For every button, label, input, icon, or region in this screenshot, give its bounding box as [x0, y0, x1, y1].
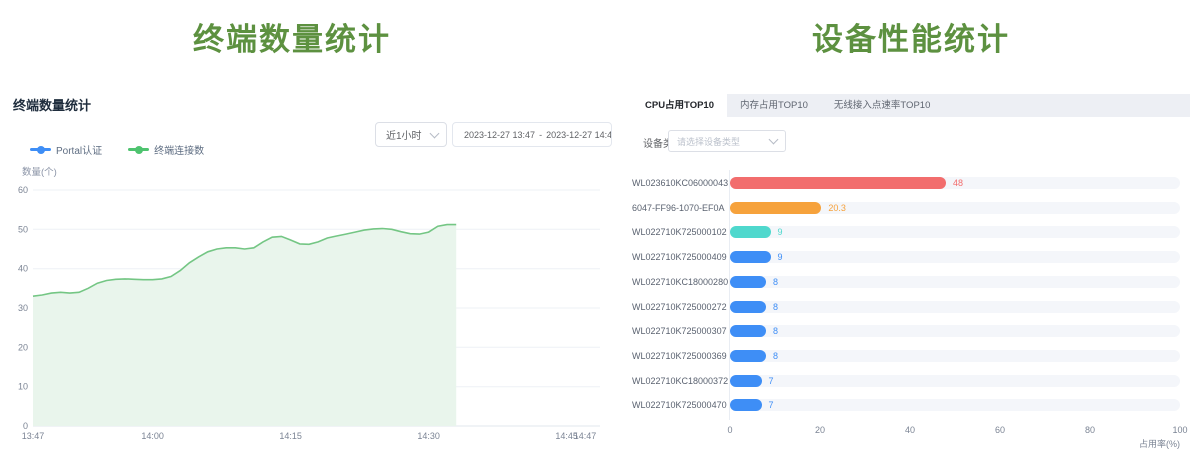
- x-axis-label: 占用率(%): [730, 437, 1180, 450]
- bar-track: [730, 350, 1180, 362]
- bar-track: [730, 375, 1180, 387]
- bar-value-label: 7: [769, 376, 774, 386]
- bar-fill: [730, 276, 766, 288]
- panel-title: 终端数量统计: [13, 95, 91, 114]
- bar-row: WL022710K725000307 8: [632, 324, 1190, 338]
- bar-row: WL022710KC18000280 8: [632, 275, 1190, 289]
- x-tick-label: 14:30: [417, 431, 440, 441]
- legend-mark-icon: [128, 148, 149, 151]
- bar-value-label: 48: [953, 178, 963, 188]
- y-tick-label: 10: [18, 382, 28, 392]
- bar-category-label: WL022710K725000102: [632, 227, 724, 237]
- y-tick-label: 50: [18, 224, 28, 234]
- chevron-down-icon: [430, 128, 440, 138]
- bar-fill: [730, 399, 762, 411]
- device-type-placeholder: 请选择设备类型: [677, 135, 740, 148]
- legend-mark-icon: [30, 148, 51, 151]
- bar-category-label: WL022710K725000307: [632, 326, 724, 336]
- bar-fill: [730, 301, 766, 313]
- bar-value-label: 8: [773, 351, 778, 361]
- terminal-count-panel: 终端数量统计 近1小时 2023-12-27 13:47 - 2023-12-2…: [0, 0, 620, 456]
- bar-track: [730, 276, 1180, 288]
- time-range-value: 近1小时: [386, 127, 422, 142]
- legend: Portal认证 终端连接数: [30, 142, 204, 157]
- y-tick-label: 30: [18, 303, 28, 313]
- bar-row: WL022710K725000272 8: [632, 300, 1190, 314]
- bar-track: [730, 325, 1180, 337]
- series-area: [33, 225, 456, 426]
- y-tick-label: 0: [23, 421, 28, 431]
- bar-row: WL022710K725000102 9: [632, 225, 1190, 239]
- bar-row: WL022710KC18000372 7: [632, 374, 1190, 388]
- time-range-select[interactable]: 近1小时: [375, 122, 447, 147]
- bar-value-label: 8: [773, 302, 778, 312]
- x-tick-label: 14:15: [279, 431, 302, 441]
- x-tick-label: 13:47: [22, 431, 45, 441]
- tab-2[interactable]: 无线接入点速率TOP10: [821, 94, 943, 117]
- terminal-count-chart: 010203040506013:4714:0014:1514:3014:4514…: [0, 183, 614, 449]
- y-axis-label: 数量(个): [22, 164, 57, 178]
- bar-category-label: WL022710K725000470: [632, 400, 724, 410]
- bar-value-label: 8: [773, 326, 778, 336]
- y-tick-label: 60: [18, 185, 28, 195]
- bar-row: WL022710K725000409 9: [632, 250, 1190, 264]
- bar-track: [730, 251, 1180, 263]
- device-performance-panel: CPU占用TOP10内存占用TOP10无线接入点速率TOP10 设备类型 请选择…: [632, 0, 1190, 456]
- x-tick-label: 40: [905, 425, 915, 435]
- bar-fill: [730, 325, 766, 337]
- bar-value-label: 9: [778, 227, 783, 237]
- bar-category-label: WL023610KC06000043: [632, 178, 724, 188]
- bar-track: [730, 399, 1180, 411]
- bar-category-label: WL022710K725000272: [632, 302, 724, 312]
- device-type-select[interactable]: 请选择设备类型: [668, 130, 786, 152]
- bar-value-label: 20.3: [828, 203, 846, 213]
- bar-fill: [730, 375, 762, 387]
- bar-row: WL022710K725000369 8: [632, 349, 1190, 363]
- tab-0[interactable]: CPU占用TOP10: [632, 94, 727, 117]
- x-tick-label: 80: [1085, 425, 1095, 435]
- legend-label: 终端连接数: [154, 142, 204, 157]
- y-tick-label: 40: [18, 264, 28, 274]
- bar-row: 6047-FF96-1070-EF0A 20.3: [632, 201, 1190, 215]
- bar-fill: [730, 177, 946, 189]
- bar-value-label: 9: [778, 252, 783, 262]
- performance-tabbar: CPU占用TOP10内存占用TOP10无线接入点速率TOP10: [632, 94, 1190, 117]
- legend-item[interactable]: Portal认证: [30, 142, 102, 157]
- date-end: 2023-12-27 14:47: [546, 130, 612, 140]
- y-tick-label: 20: [18, 342, 28, 352]
- x-tick-label: 20: [815, 425, 825, 435]
- bar-fill: [730, 251, 771, 263]
- legend-item[interactable]: 终端连接数: [128, 142, 204, 157]
- date-start: 2023-12-27 13:47: [464, 130, 535, 140]
- bar-fill: [730, 350, 766, 362]
- bar-row: WL022710K725000470 7: [632, 398, 1190, 412]
- chevron-down-icon: [769, 135, 779, 145]
- date-range-picker[interactable]: 2023-12-27 13:47 - 2023-12-27 14:47: [452, 122, 612, 147]
- bar-category-label: WL022710K725000409: [632, 252, 724, 262]
- bar-category-label: WL022710KC18000280: [632, 277, 724, 287]
- bar-value-label: 7: [769, 400, 774, 410]
- bar-category-label: WL022710K725000369: [632, 351, 724, 361]
- x-tick-label: 0: [727, 425, 732, 435]
- x-tick-label: 100: [1172, 425, 1187, 435]
- tab-1[interactable]: 内存占用TOP10: [727, 94, 821, 117]
- bar-row: WL023610KC06000043 48: [632, 176, 1190, 190]
- date-separator: -: [539, 130, 542, 140]
- bar-category-label: WL022710KC18000372: [632, 376, 724, 386]
- legend-label: Portal认证: [56, 142, 102, 157]
- x-tick-label: 60: [995, 425, 1005, 435]
- bar-track: [730, 301, 1180, 313]
- bar-track: [730, 226, 1180, 238]
- x-tick-label: 14:00: [141, 431, 164, 441]
- bar-fill: [730, 202, 821, 214]
- bar-category-label: 6047-FF96-1070-EF0A: [632, 203, 724, 213]
- bar-value-label: 8: [773, 277, 778, 287]
- x-tick-label: 14:47: [574, 431, 597, 441]
- bar-fill: [730, 226, 771, 238]
